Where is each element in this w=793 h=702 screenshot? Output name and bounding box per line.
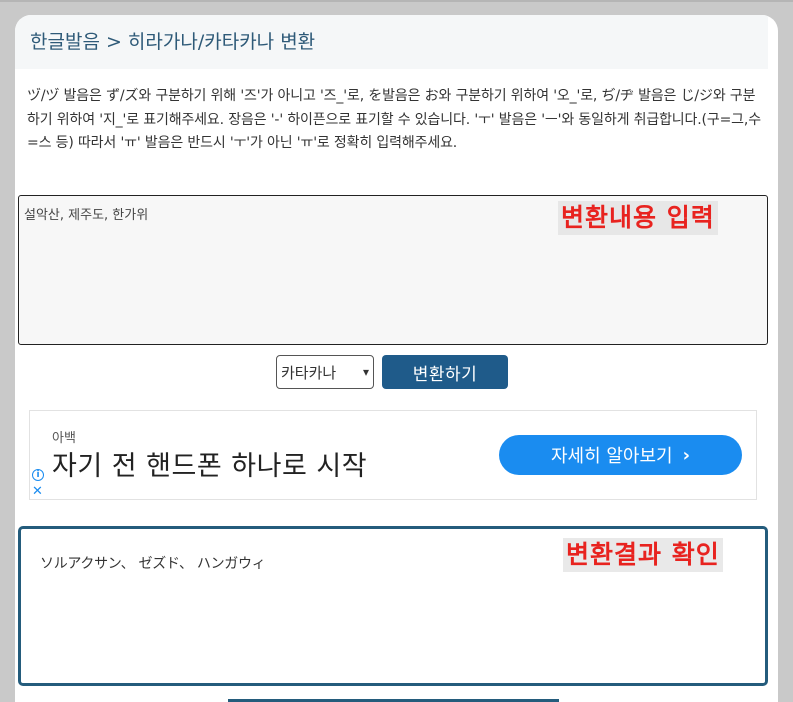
ad-headline[interactable]: 자기 전 핸드폰 하나로 시작: [52, 444, 367, 483]
result-annotation-label: 변환결과 확인: [563, 538, 723, 572]
script-mode-select[interactable]: 카타카나 ▾: [276, 355, 374, 389]
conversion-result-value: ソルアクサン、 ゼズド、 ハンガウィ: [40, 556, 266, 572]
conversion-input-value: 설악산, 제주도, 한가위: [24, 208, 149, 223]
converter-card: 한글발음 > 히라가나/카타카나 변환 ヅ/ヅ 발음은 ず/ズ와 구분하기 위해…: [15, 15, 778, 702]
top-strip: [0, 0, 793, 2]
convert-button[interactable]: 변환하기: [382, 355, 508, 389]
chevron-right-icon: ›: [682, 444, 691, 466]
ad-cta-button[interactable]: 자세히 알아보기 ›: [499, 435, 742, 475]
conversion-controls: 카타카나 ▾ 변환하기: [276, 355, 508, 389]
script-mode-value: 카타카나: [281, 363, 337, 382]
page-title: 한글발음 > 히라가나/카타카나 변환: [15, 15, 768, 69]
chevron-down-icon: ▾: [362, 365, 369, 379]
description-text: ヅ/ヅ 발음은 ず/ズ와 구분하기 위해 '즈'가 아니고 '즈_'로, を발음…: [27, 88, 761, 151]
ad-banner[interactable]: 아백 자기 전 핸드폰 하나로 시작 자세히 알아보기 › i ✕: [29, 410, 757, 500]
input-annotation-label: 변환내용 입력: [558, 201, 718, 235]
ad-cta-label: 자세히 알아보기: [550, 446, 673, 467]
ad-close-icon[interactable]: ✕: [32, 484, 43, 499]
ad-info-icon[interactable]: i: [32, 469, 44, 481]
